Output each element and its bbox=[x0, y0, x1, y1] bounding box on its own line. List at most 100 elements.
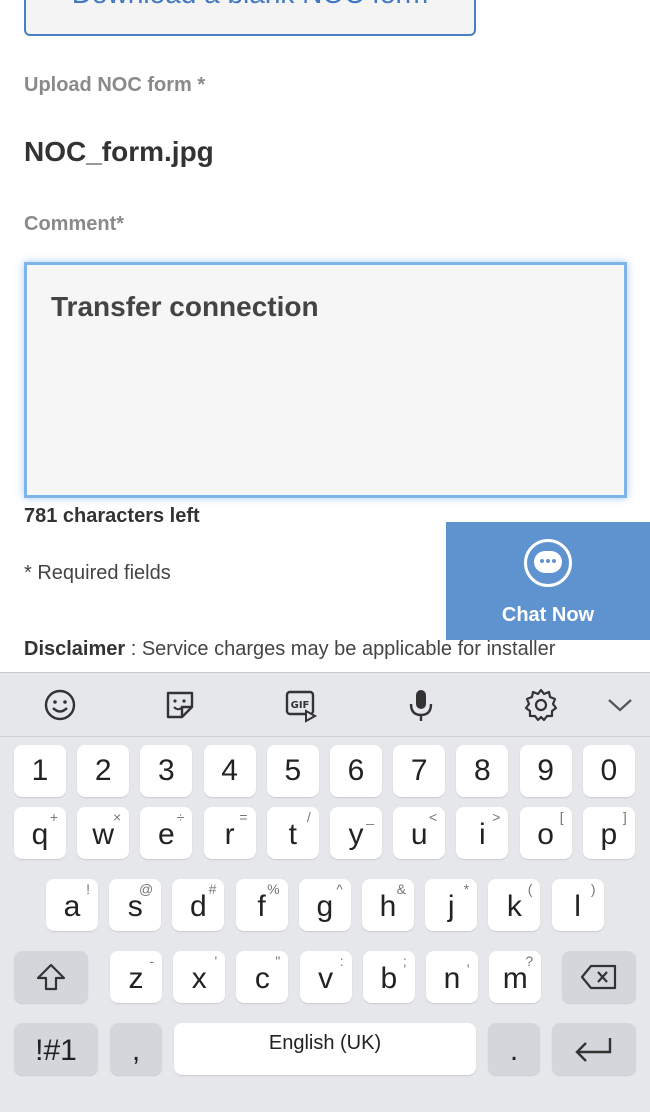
period-key-label: . bbox=[509, 1034, 519, 1067]
key-d-secondary: # bbox=[208, 881, 217, 897]
key-x[interactable]: x ' bbox=[173, 951, 226, 1003]
backspace-key[interactable] bbox=[562, 951, 636, 1003]
key-7[interactable]: 7 bbox=[393, 745, 446, 797]
emoji-icon[interactable] bbox=[42, 687, 78, 723]
key-x-label: x bbox=[191, 962, 207, 995]
key-h-label: h bbox=[379, 890, 397, 923]
key-j[interactable]: j * bbox=[425, 879, 478, 931]
key-k-label: k bbox=[506, 890, 522, 923]
key-x-secondary: ' bbox=[214, 953, 218, 969]
key-0[interactable]: 0 bbox=[582, 745, 635, 797]
key-6-label: 6 bbox=[347, 754, 365, 787]
key-b-secondary: ; bbox=[402, 953, 407, 969]
key-5-label: 5 bbox=[284, 754, 302, 787]
key-j-label: j bbox=[447, 890, 455, 923]
key-m-label: m bbox=[502, 962, 528, 995]
shift-key[interactable] bbox=[14, 951, 88, 1003]
key-i[interactable]: i > bbox=[456, 807, 509, 859]
key-e-secondary: ÷ bbox=[176, 809, 185, 825]
key-v-secondary: : bbox=[339, 953, 344, 969]
key-z-secondary: - bbox=[149, 953, 154, 969]
key-t[interactable]: t / bbox=[266, 807, 319, 859]
key-g[interactable]: g ^ bbox=[298, 879, 351, 931]
key-u[interactable]: u < bbox=[393, 807, 446, 859]
required-fields-note: * Required fields bbox=[24, 562, 171, 584]
uploaded-file-name[interactable]: NOC_form.jpg bbox=[24, 136, 214, 168]
key-f-secondary: % bbox=[267, 881, 280, 897]
key-3[interactable]: 3 bbox=[140, 745, 193, 797]
key-u-secondary: < bbox=[429, 809, 438, 825]
key-o-secondary: [ bbox=[559, 809, 564, 825]
key-y[interactable]: y _ bbox=[330, 807, 382, 859]
key-1-label: 1 bbox=[31, 754, 49, 787]
key-2[interactable]: 2 bbox=[77, 745, 130, 797]
key-8[interactable]: 8 bbox=[456, 745, 509, 797]
key-n[interactable]: n, bbox=[426, 951, 478, 1003]
settings-icon[interactable] bbox=[523, 687, 559, 723]
enter-key[interactable] bbox=[552, 1023, 636, 1075]
key-k[interactable]: k( bbox=[488, 879, 541, 931]
key-3-label: 3 bbox=[158, 754, 175, 787]
disclaimer-label: Disclaimer bbox=[24, 638, 126, 660]
key-w-secondary: × bbox=[113, 809, 122, 825]
key-9-label: 9 bbox=[537, 754, 554, 787]
key-1[interactable]: 1 bbox=[14, 745, 66, 797]
gif-icon[interactable]: GIF bbox=[283, 687, 319, 723]
key-c-secondary: " bbox=[275, 953, 281, 969]
key-s-label: s bbox=[127, 890, 143, 923]
enter-icon bbox=[575, 1038, 612, 1062]
comma-key[interactable]: , bbox=[110, 1023, 162, 1075]
key-l[interactable]: l) bbox=[551, 879, 604, 931]
onscreen-keyboard: GIF 1 2 3 4 5 6 7 8 9 0 q + w × e ÷ r = t / y _ u < i > o[p] a! s @ d #… bbox=[0, 672, 650, 1112]
key-5[interactable]: 5 bbox=[266, 745, 319, 797]
key-z[interactable]: z- bbox=[110, 951, 162, 1003]
key-4-label: 4 bbox=[221, 754, 238, 787]
chat-now-button[interactable]: Chat Now bbox=[446, 522, 650, 640]
key-r[interactable]: r = bbox=[203, 807, 256, 859]
key-w-label: w bbox=[92, 818, 115, 851]
key-f[interactable]: f% bbox=[235, 879, 288, 931]
key-6[interactable]: 6 bbox=[330, 745, 382, 797]
key-q-secondary: + bbox=[49, 809, 58, 825]
key-o[interactable]: o[ bbox=[519, 807, 572, 859]
keyboard-toolbar: GIF bbox=[0, 673, 650, 737]
key-q[interactable]: q + bbox=[14, 807, 66, 859]
key-t-label: t bbox=[288, 818, 297, 851]
key-v[interactable]: v: bbox=[299, 951, 352, 1003]
key-p-label: p bbox=[600, 818, 618, 851]
key-n-label: n bbox=[443, 962, 461, 995]
download-blank-noc-button[interactable]: Download a blank NOC form bbox=[24, 0, 476, 36]
key-e[interactable]: e ÷ bbox=[140, 807, 193, 859]
comment-textarea[interactable]: Transfer connection bbox=[24, 262, 627, 498]
key-c[interactable]: c " bbox=[236, 951, 289, 1003]
key-d[interactable]: d # bbox=[172, 879, 225, 931]
collapse-chevron-icon[interactable] bbox=[602, 687, 638, 723]
period-key[interactable]: . bbox=[488, 1023, 540, 1075]
key-4[interactable]: 4 bbox=[203, 745, 256, 797]
microphone-icon[interactable] bbox=[403, 687, 439, 723]
key-d-label: d bbox=[190, 890, 207, 923]
key-b[interactable]: b; bbox=[362, 951, 415, 1003]
key-m-secondary: ? bbox=[525, 953, 534, 969]
key-a-secondary: ! bbox=[86, 881, 90, 897]
space-bar-label: English (UK) bbox=[268, 1032, 382, 1054]
key-h-secondary: & bbox=[396, 881, 406, 897]
key-h[interactable]: h & bbox=[362, 879, 414, 931]
key-i-label: i bbox=[479, 818, 486, 851]
key-e-label: e bbox=[158, 818, 175, 851]
sticker-icon[interactable] bbox=[162, 687, 198, 723]
key-a[interactable]: a! bbox=[46, 879, 98, 931]
chat-bubble-icon bbox=[524, 539, 572, 587]
key-i-secondary: > bbox=[492, 809, 501, 825]
key-p[interactable]: p] bbox=[582, 807, 635, 859]
key-s-secondary: @ bbox=[138, 881, 154, 897]
key-w[interactable]: w × bbox=[77, 807, 130, 859]
key-0-label: 0 bbox=[600, 754, 618, 787]
space-bar[interactable]: English (UK) bbox=[174, 1023, 476, 1075]
key-s[interactable]: s @ bbox=[109, 879, 162, 931]
key-9[interactable]: 9 bbox=[519, 745, 572, 797]
key-g-secondary: ^ bbox=[336, 881, 343, 897]
symbols-key[interactable]: !#1 bbox=[14, 1023, 98, 1075]
key-m[interactable]: m? bbox=[489, 951, 542, 1003]
key-r-secondary: = bbox=[239, 809, 248, 825]
